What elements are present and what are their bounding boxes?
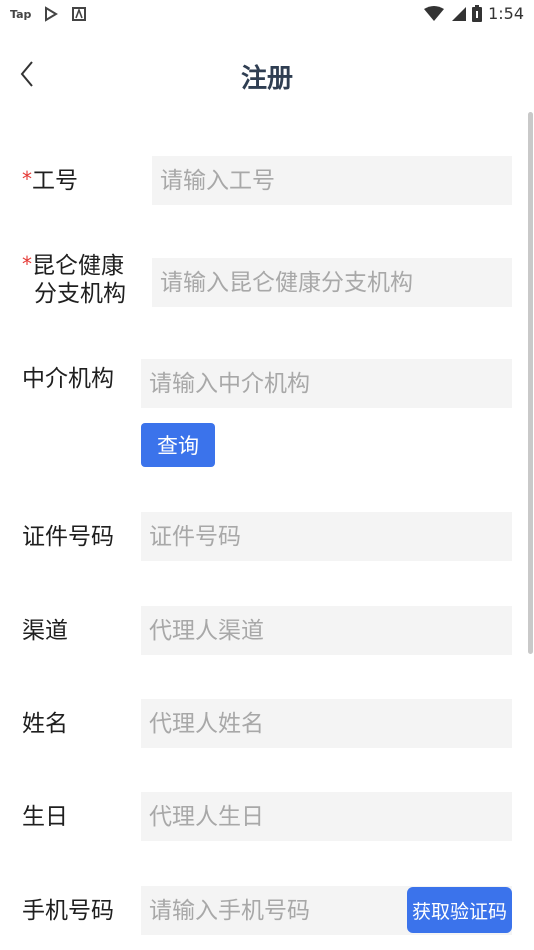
employee-id-label-text: 工号 <box>32 168 78 194</box>
branch-input[interactable] <box>152 258 512 307</box>
agency-label: 中介机构 <box>22 366 114 392</box>
agency-input[interactable] <box>141 359 512 408</box>
query-button[interactable]: 查询 <box>141 423 215 467</box>
signal-icon <box>452 6 467 21</box>
status-bar: Tap 1:54 <box>0 0 534 30</box>
id-number-label: 证件号码 <box>22 524 114 550</box>
app-header: 注册 <box>0 40 534 110</box>
play-store-icon <box>45 6 59 22</box>
status-left: Tap <box>10 6 87 22</box>
branch-label: *昆仑健康 分支机构 <box>22 252 126 308</box>
battery-icon <box>472 5 483 22</box>
scrollbar[interactable] <box>528 112 533 654</box>
a-icon <box>72 7 87 21</box>
wifi-icon <box>424 5 445 21</box>
name-input[interactable] <box>141 699 512 748</box>
birthday-label: 生日 <box>22 804 68 830</box>
status-right: 1:54 <box>424 4 524 23</box>
channel-input[interactable] <box>141 606 512 655</box>
get-code-button[interactable]: 获取验证码 <box>407 887 512 933</box>
status-app-label: Tap <box>10 7 32 21</box>
required-mark: * <box>22 167 32 191</box>
birthday-input[interactable] <box>141 792 512 841</box>
status-time: 1:54 <box>488 4 524 23</box>
branch-label-line1: 昆仑健康 <box>32 253 124 279</box>
employee-id-label: *工号 <box>22 167 78 195</box>
required-mark: * <box>22 252 32 276</box>
employee-id-input[interactable] <box>152 156 512 205</box>
id-number-input[interactable] <box>141 512 512 561</box>
name-label: 姓名 <box>22 711 68 737</box>
channel-label: 渠道 <box>22 618 68 644</box>
branch-label-line2: 分支机构 <box>34 281 126 307</box>
phone-label: 手机号码 <box>22 898 114 924</box>
page-title: 注册 <box>240 64 293 94</box>
